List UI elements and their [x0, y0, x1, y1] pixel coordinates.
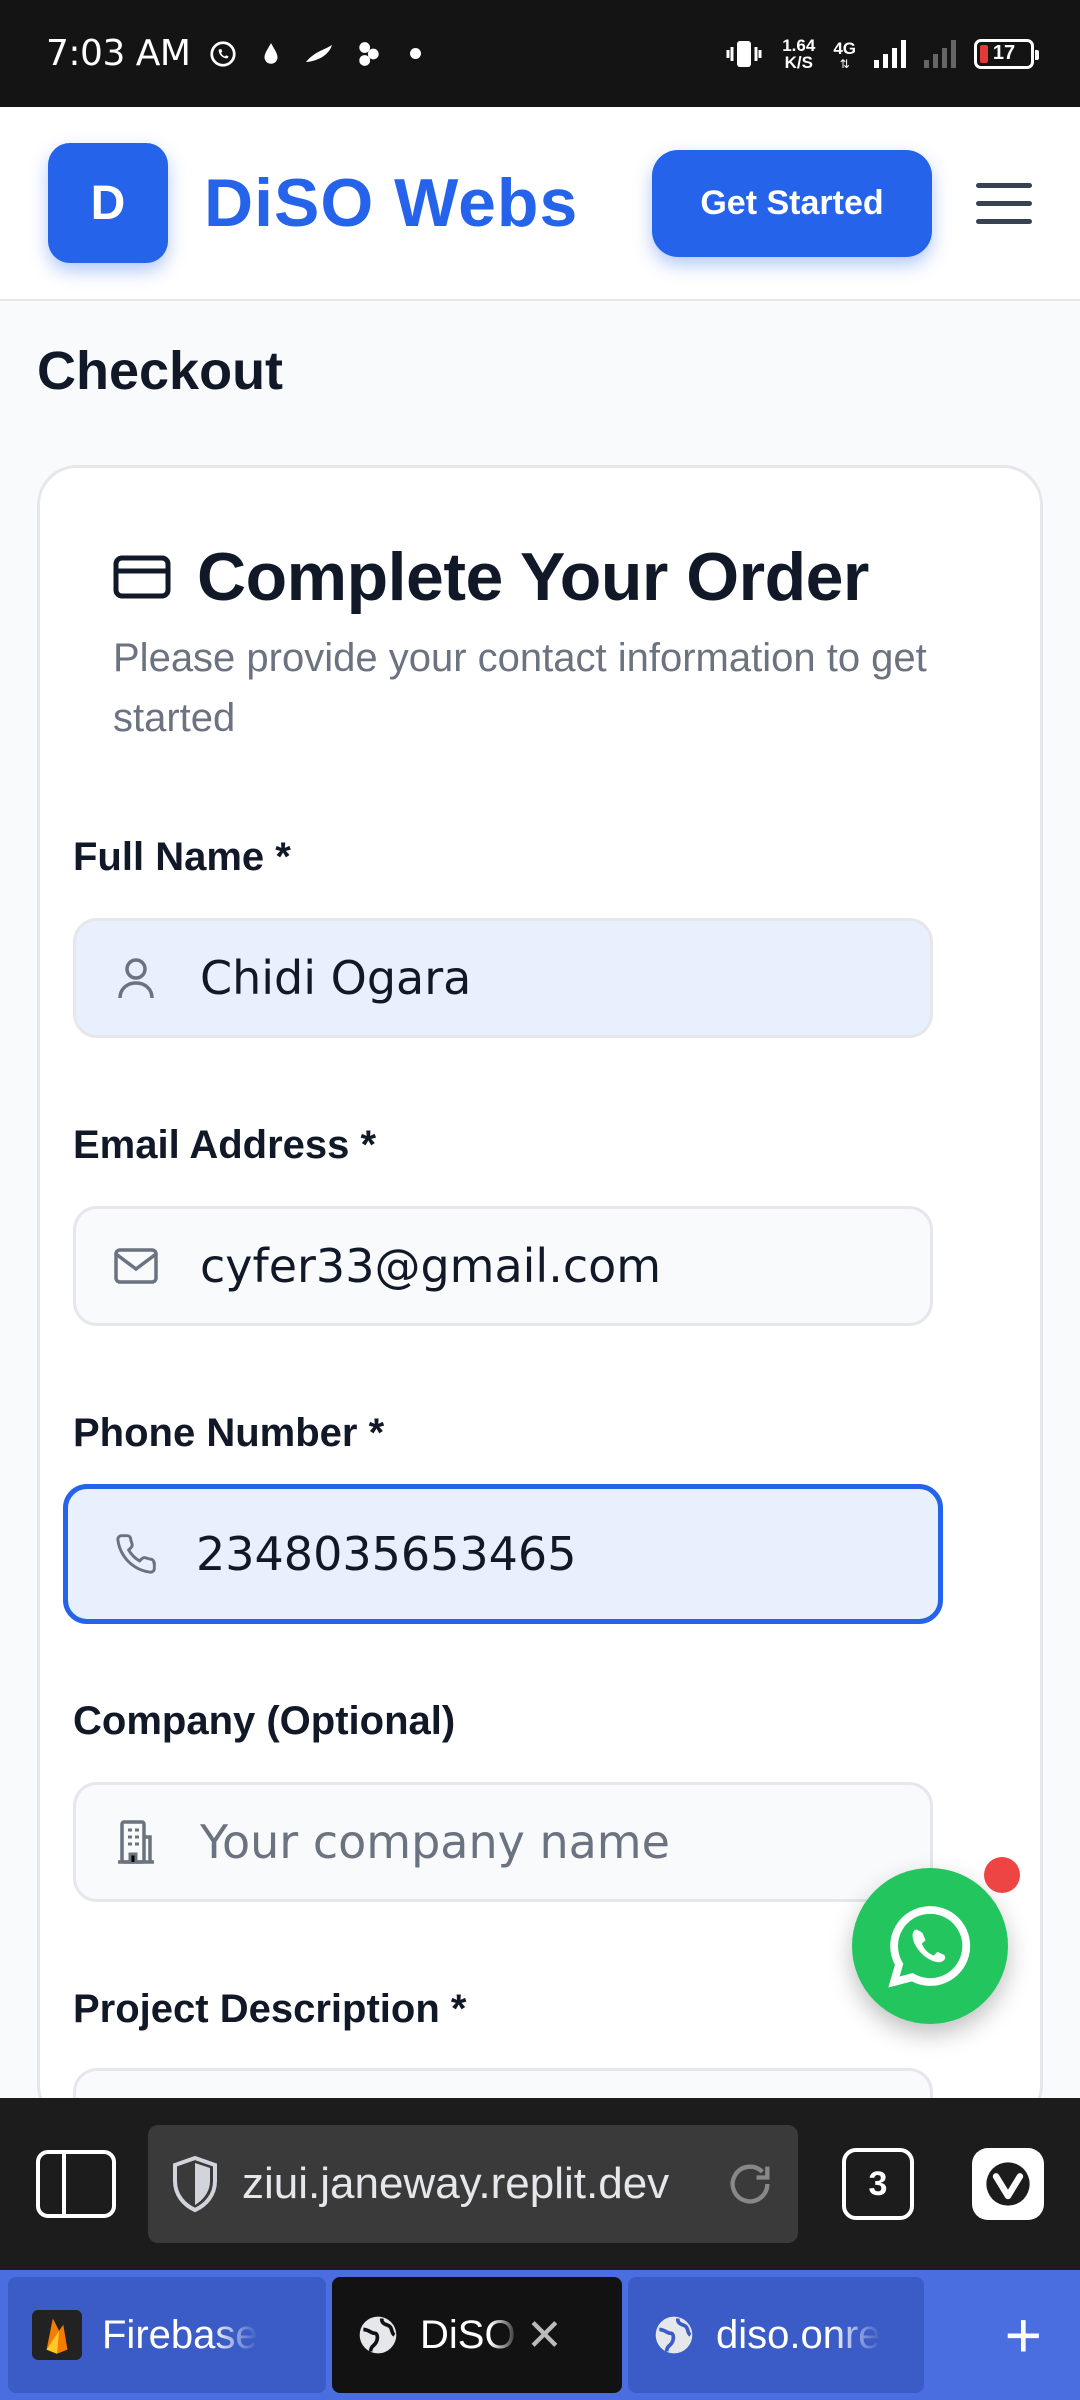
phone-icon	[112, 1530, 160, 1578]
globe-favicon-icon	[655, 2316, 693, 2354]
notification-icons	[208, 39, 422, 69]
phone-label: Phone Number *	[73, 1411, 385, 1455]
battery-icon: 17	[974, 38, 1039, 69]
url-text[interactable]: ziui.janeway.replit.dev	[242, 2159, 724, 2209]
close-tab-icon[interactable]: ✕	[526, 2310, 563, 2361]
leaf-notification-icon	[306, 44, 333, 62]
phone-input[interactable]	[196, 1527, 896, 1581]
full-name-input[interactable]	[200, 951, 900, 1005]
tab-count: 3	[868, 2164, 888, 2203]
vivaldi-menu-icon[interactable]	[972, 2148, 1044, 2220]
company-input[interactable]	[200, 1815, 900, 1869]
globe-favicon-icon	[359, 2316, 397, 2354]
browser-toolbar: ziui.janeway.replit.dev 3	[0, 2098, 1080, 2270]
page-title: Checkout	[37, 341, 284, 401]
email-field[interactable]	[73, 1206, 933, 1326]
drop-notification-icon	[264, 42, 278, 64]
tab-count-button[interactable]: 3	[842, 2148, 914, 2220]
logo[interactable]: D	[48, 143, 168, 263]
card-title: Complete Your Order	[197, 539, 869, 615]
reload-icon[interactable]	[724, 2158, 776, 2210]
get-started-button[interactable]: Get Started	[652, 149, 932, 257]
network-speed: 1.64 K/S	[782, 37, 815, 71]
status-bar: 7:03 AM 1.64 K/S 4G ⇅ 17	[0, 0, 1080, 107]
address-bar[interactable]: ziui.janeway.replit.dev	[148, 2125, 798, 2243]
card-header: Complete Your Order	[113, 538, 869, 616]
more-notifications-dot-icon	[410, 48, 422, 59]
app-notification-icon	[359, 41, 380, 66]
full-name-label: Full Name *	[73, 835, 291, 879]
signal-strength-sim2-icon	[924, 39, 956, 68]
data-arrows-icon: ⇅	[839, 56, 850, 71]
tab-label: DiSO W	[420, 2312, 520, 2357]
whatsapp-icon	[888, 1906, 971, 1988]
credit-card-icon	[113, 555, 171, 599]
company-field[interactable]	[73, 1782, 933, 1902]
tab-diso-onrender[interactable]: diso.onre	[628, 2277, 924, 2393]
status-time: 7:03 AM	[46, 33, 191, 74]
user-icon	[112, 954, 160, 1002]
card-subtitle: Please provide your contact information …	[113, 636, 927, 740]
panel-toggle-icon[interactable]	[36, 2150, 116, 2218]
tab-label: diso.onre	[716, 2312, 881, 2357]
phone-field[interactable]	[63, 1484, 943, 1624]
vibrate-icon	[726, 40, 762, 67]
mail-icon	[112, 1242, 160, 1290]
tab-label: Firebase	[102, 2312, 258, 2357]
brand-name[interactable]: DiSO Webs	[204, 164, 578, 242]
full-name-field[interactable]	[73, 918, 933, 1038]
building-icon	[112, 1818, 160, 1866]
company-label: Company (Optional)	[73, 1699, 456, 1743]
email-label: Email Address *	[73, 1123, 377, 1167]
email-input[interactable]	[200, 1239, 900, 1293]
tab-strip: Firebase DiSO W ✕ diso.onre +	[0, 2270, 1080, 2400]
network-speed-value: 1.64	[782, 35, 816, 55]
battery-level: 17	[992, 42, 1016, 64]
network-type: 4G	[833, 38, 856, 58]
signal-strength-icon	[874, 39, 906, 68]
firebase-favicon-icon	[32, 2310, 82, 2360]
new-tab-plus-icon[interactable]: +	[1005, 2303, 1042, 2367]
whatsapp-notification-icon	[210, 40, 237, 67]
whatsapp-chat-button[interactable]	[852, 1868, 1008, 2024]
shield-icon[interactable]	[170, 2155, 220, 2213]
notification-badge	[984, 1857, 1020, 1893]
site-header: D DiSO Webs Get Started	[0, 107, 1080, 301]
network-speed-unit: K/S	[784, 52, 813, 72]
project-description-label: Project Description *	[73, 1987, 467, 2031]
tab-firebase[interactable]: Firebase	[8, 2277, 326, 2393]
hamburger-menu-icon[interactable]	[976, 182, 1032, 224]
logo-letter: D	[90, 176, 126, 230]
tab-diso-webs[interactable]: DiSO W ✕	[332, 2277, 622, 2393]
